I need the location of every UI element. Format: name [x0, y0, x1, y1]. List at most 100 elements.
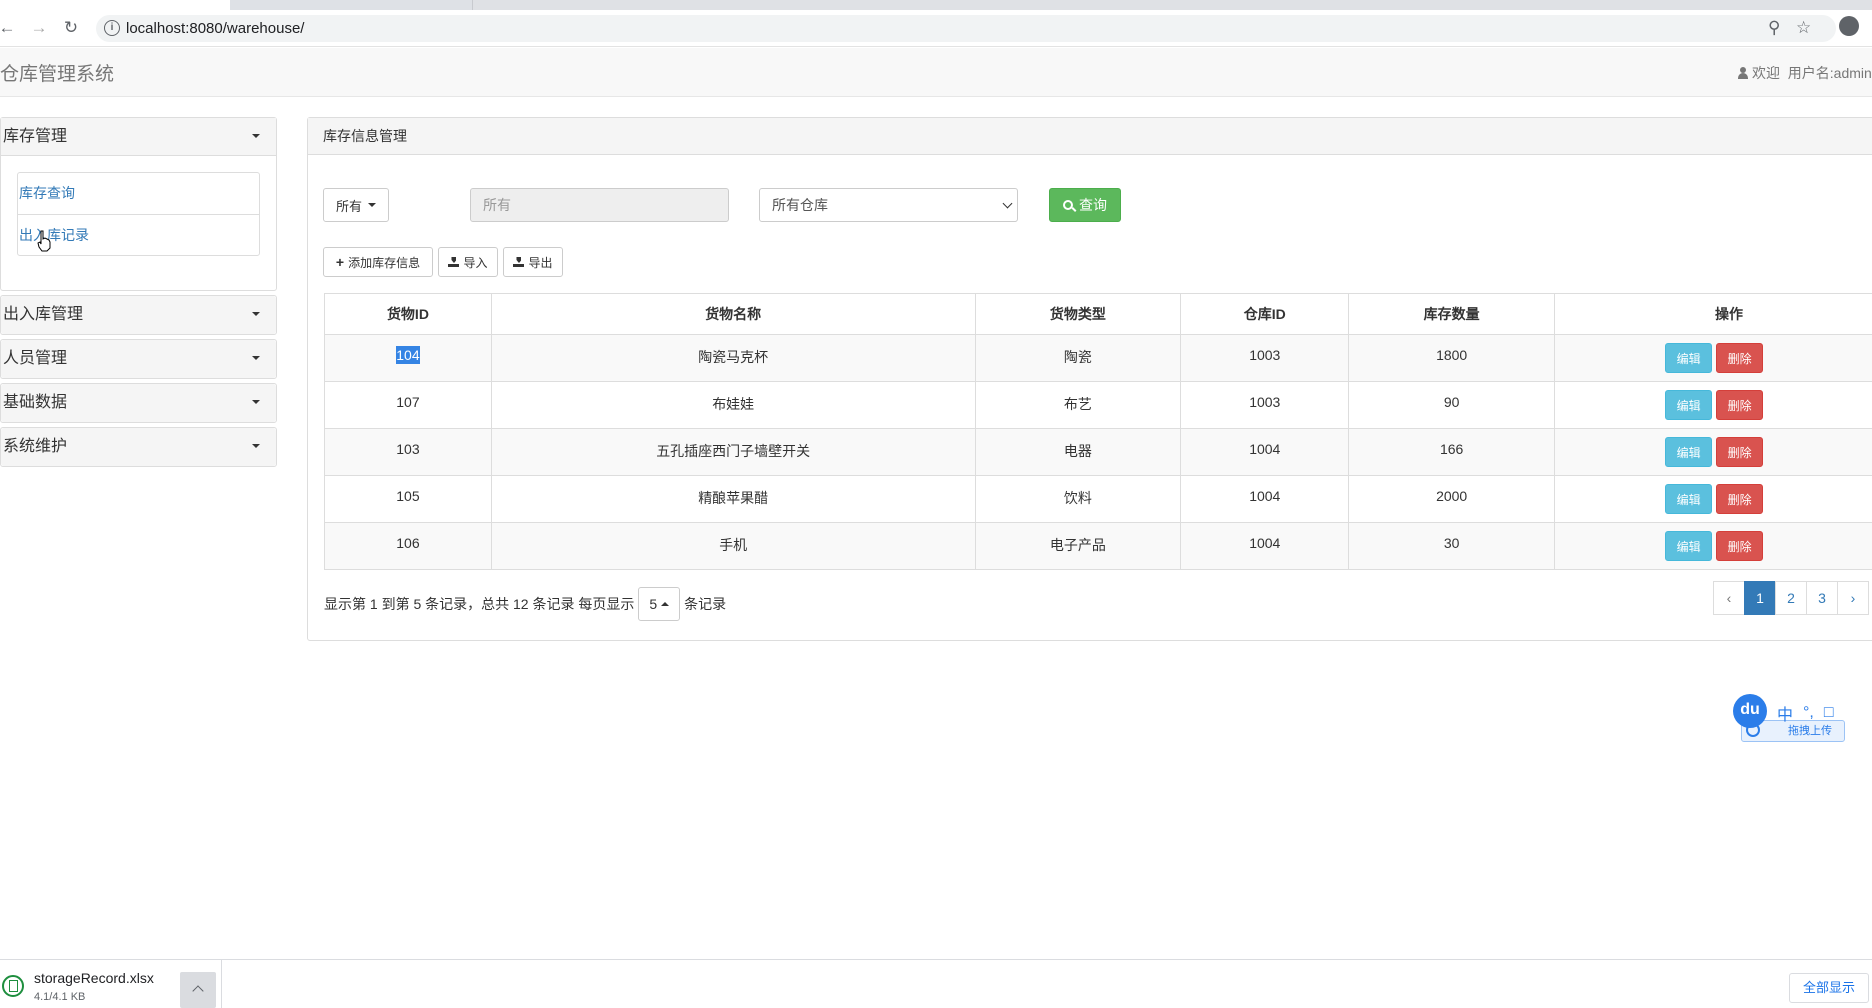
sidebar-section-staff: 人员管理	[0, 339, 277, 379]
info-icon[interactable]: i	[104, 20, 120, 36]
page-size-dropdown[interactable]: 5	[638, 587, 681, 621]
edit-button[interactable]: 编辑	[1665, 343, 1713, 373]
add-inventory-button[interactable]: + 添加库存信息	[323, 247, 433, 277]
table-row: 106 手机 电子产品 1004 30 编辑 删除	[324, 522, 1872, 570]
column-header-goods-type[interactable]: 货物类型	[974, 293, 1182, 335]
browser-toolbar: ← → ↻ i localhost:8080/warehouse/ ⚲ ☆	[0, 10, 1872, 47]
caret-up-icon	[661, 602, 670, 606]
pagination-info: 显示第 1 到第 5 条记录，总共 12 条记录 每页显示 5 条记录	[324, 587, 726, 621]
cell-goods-type: 陶瓷	[974, 334, 1182, 382]
prev-page-button[interactable]: ‹	[1713, 581, 1745, 615]
delete-button[interactable]: 删除	[1716, 531, 1764, 561]
cell-goods-name: 五孔插座西门子墙壁开关	[490, 428, 976, 476]
sidebar-item-inventory-query[interactable]: 库存查询	[18, 173, 259, 214]
cell-goods-name: 布娃娃	[490, 381, 976, 429]
chevron-up-icon[interactable]	[180, 972, 216, 1008]
page: ← → ↻ i localhost:8080/warehouse/ ⚲ ☆ 仓库…	[0, 0, 1872, 1008]
app-brand[interactable]: 仓库管理系统	[0, 59, 114, 86]
page-button-3[interactable]: 3	[1806, 581, 1838, 615]
import-label: 导入	[463, 255, 488, 270]
pagination: ‹ 1 2 3 ›	[1713, 581, 1869, 615]
edit-button[interactable]: 编辑	[1665, 531, 1713, 561]
column-header-warehouse-id[interactable]: 仓库ID	[1180, 293, 1350, 335]
sidebar-submenu: 库存查询 出入库记录	[17, 172, 260, 256]
back-arrow-icon[interactable]: ←	[0, 17, 18, 39]
export-label: 导出	[528, 255, 553, 270]
download-file-size: 4.1/4.1 KB	[34, 991, 86, 1003]
cell-goods-id: 105	[324, 475, 492, 523]
edit-button[interactable]: 编辑	[1665, 484, 1713, 514]
inventory-panel: 库存信息管理 所有 所有 所有仓库 查询 + 添加库存信息 导入 导出 货物ID…	[307, 117, 1872, 641]
downloads-bar: storageRecord.xlsx 4.1/4.1 KB 全部显示	[0, 959, 1872, 1008]
sidebar-section-label: 人员管理	[3, 350, 68, 367]
sidebar-section-label: 库存管理	[3, 128, 68, 145]
spreadsheet-file-icon	[2, 975, 24, 997]
cell-goods-type: 电器	[974, 428, 1182, 476]
panel-title: 库存信息管理	[308, 118, 1872, 155]
import-button[interactable]: 导入	[438, 247, 498, 277]
browser-active-tab[interactable]	[0, 0, 230, 10]
delete-button[interactable]: 删除	[1716, 437, 1764, 467]
caret-down-icon	[252, 444, 260, 448]
reload-icon[interactable]: ↻	[60, 17, 82, 39]
selected-text: 104	[396, 346, 420, 364]
sidebar-section-header[interactable]: 基础数据	[1, 384, 276, 422]
column-header-goods-id[interactable]: 货物ID	[324, 293, 492, 335]
cell-goods-id: 104	[324, 334, 492, 382]
search-type-dropdown[interactable]: 所有	[323, 188, 389, 222]
download-item[interactable]: storageRecord.xlsx 4.1/4.1 KB	[0, 960, 222, 1008]
delete-button[interactable]: 删除	[1716, 390, 1764, 420]
sidebar-section-io: 出入库管理	[0, 295, 277, 335]
username-text: 用户名:admin	[1787, 65, 1872, 81]
plus-icon: +	[335, 254, 345, 270]
sidebar-section-header[interactable]: 出入库管理	[1, 296, 276, 334]
delete-button[interactable]: 删除	[1716, 484, 1764, 514]
table-row: 104 陶瓷马克杯 陶瓷 1003 1800 编辑 删除	[324, 334, 1872, 382]
ime-keyboard-icon[interactable]: □	[1824, 704, 1834, 722]
warehouse-select[interactable]: 所有仓库	[759, 188, 1018, 222]
page-button-1[interactable]: 1	[1744, 581, 1776, 615]
star-icon[interactable]: ☆	[1796, 18, 1811, 38]
delete-button[interactable]: 删除	[1716, 343, 1764, 373]
query-button[interactable]: 查询	[1049, 188, 1121, 222]
page-size-value: 5	[649, 596, 658, 612]
page-button-2[interactable]: 2	[1775, 581, 1807, 615]
sidebar-section-basedata: 基础数据	[0, 383, 277, 423]
export-button[interactable]: 导出	[503, 247, 563, 277]
sidebar-section-header[interactable]: 人员管理	[1, 340, 276, 378]
sidebar-section-header[interactable]: 库存管理	[1, 118, 276, 156]
ime-toolbar: 拖拽上传 du 中 °, □	[1733, 694, 1872, 748]
profile-icon[interactable]	[1839, 16, 1859, 36]
edit-button[interactable]: 编辑	[1665, 437, 1713, 467]
ime-logo[interactable]: du	[1733, 694, 1767, 728]
ime-punct-toggle[interactable]: °,	[1803, 704, 1814, 722]
table-row: 105 精酿苹果醋 饮料 1004 2000 编辑 删除	[324, 475, 1872, 523]
ime-upload-label: 拖拽上传	[1788, 725, 1832, 737]
import-icon	[448, 257, 460, 267]
address-bar[interactable]: i localhost:8080/warehouse/ ⚲ ☆	[96, 15, 1836, 42]
browser-tabstrip	[0, 0, 1872, 10]
ime-mode-toggle[interactable]: 中	[1777, 701, 1793, 725]
column-header-quantity[interactable]: 库存数量	[1348, 293, 1556, 335]
user-greeting: 欢迎 用户名:admin	[1738, 63, 1872, 83]
column-header-goods-name[interactable]: 货物名称	[490, 293, 976, 335]
cell-actions: 编辑 删除	[1554, 475, 1872, 523]
sidebar-section-header[interactable]: 系统维护	[1, 428, 276, 466]
inventory-table: 货物ID 货物名称 货物类型 仓库ID 库存数量 操作 104 陶瓷马克杯 陶瓷…	[324, 293, 1872, 570]
cell-goods-name: 精酿苹果醋	[490, 475, 976, 523]
search-type-label: 所有	[335, 198, 362, 214]
cell-quantity: 166	[1348, 428, 1556, 476]
show-all-downloads-button[interactable]: 全部显示	[1789, 973, 1869, 1003]
edit-button[interactable]: 编辑	[1665, 390, 1713, 420]
sidebar-section-system: 系统维护	[0, 427, 277, 467]
address-url[interactable]: localhost:8080/warehouse/	[126, 20, 304, 37]
keyword-input[interactable]: 所有	[470, 188, 729, 222]
sidebar-item-io-records[interactable]: 出入库记录	[18, 214, 259, 255]
cell-actions: 编辑 删除	[1554, 381, 1872, 429]
browser-background-tab[interactable]	[472, 0, 1872, 10]
next-page-button[interactable]: ›	[1837, 581, 1869, 615]
cell-quantity: 30	[1348, 522, 1556, 570]
cell-goods-id: 103	[324, 428, 492, 476]
forward-arrow-icon[interactable]: →	[28, 17, 50, 39]
key-icon[interactable]: ⚲	[1768, 18, 1780, 38]
